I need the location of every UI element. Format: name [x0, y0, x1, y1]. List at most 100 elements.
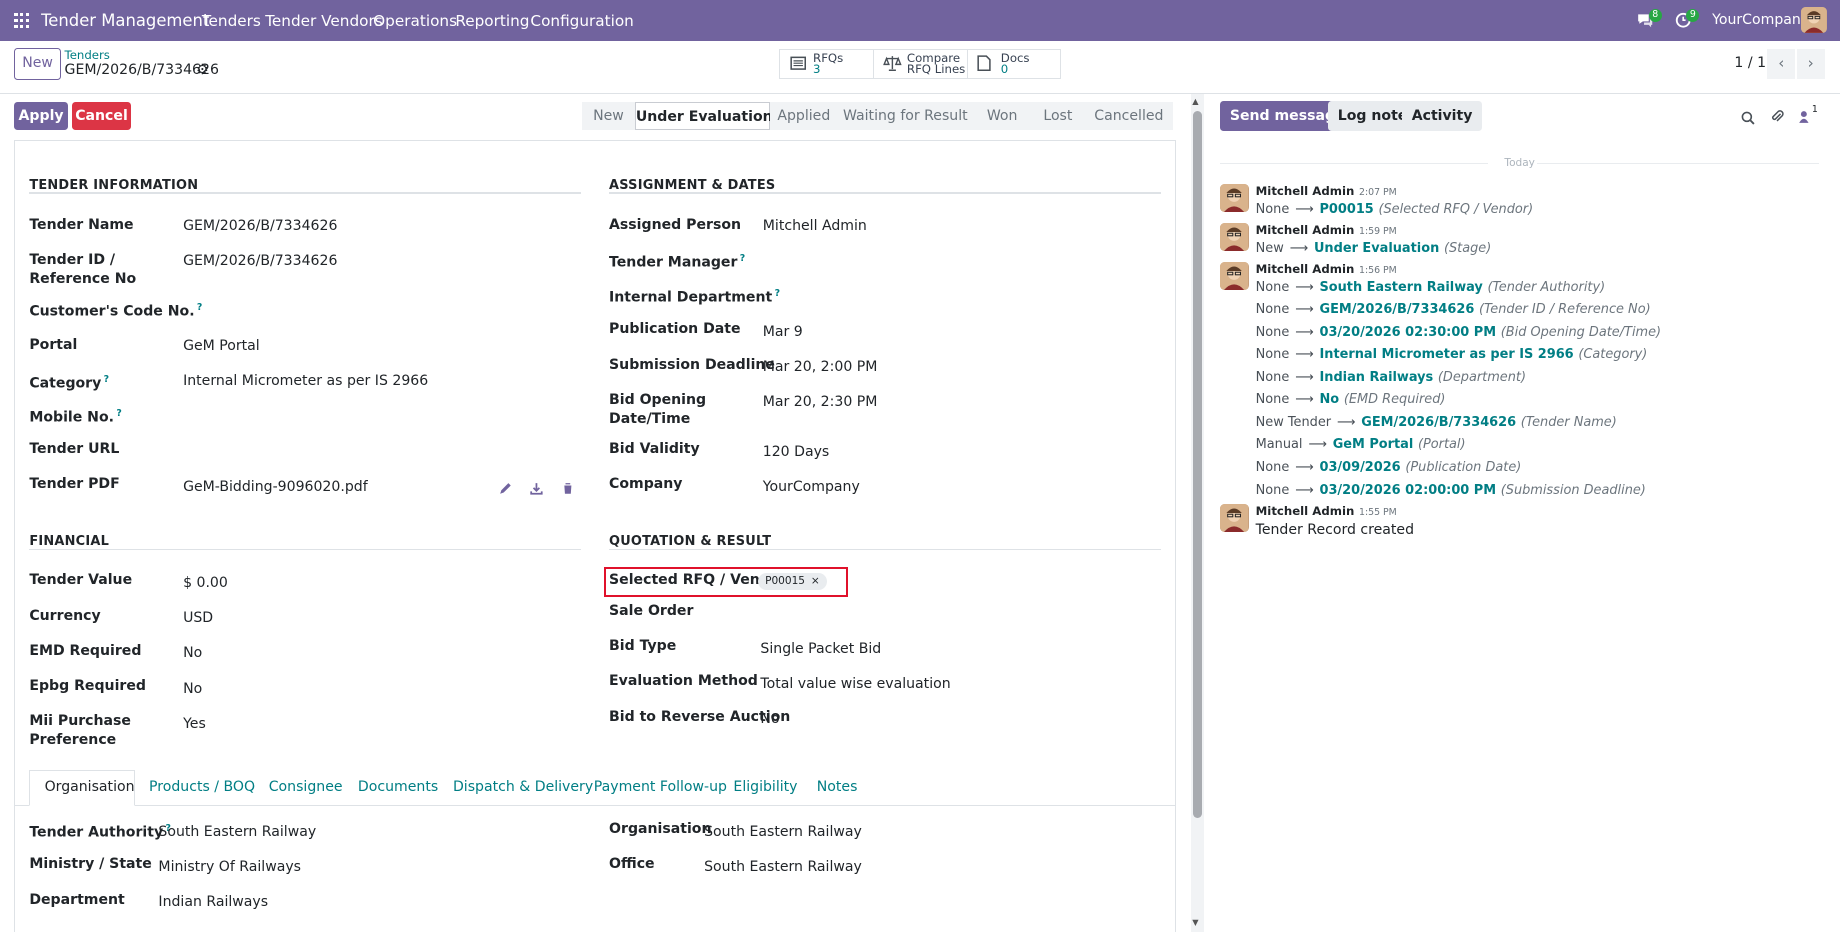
tab-notes[interactable]: Notes	[817, 779, 858, 795]
message-time: 1:59 PM	[1359, 226, 1397, 238]
stage-under-evaluation[interactable]: Under Evaluation	[634, 102, 773, 131]
download-icon[interactable]	[530, 479, 544, 500]
menu-tenders[interactable]: Tenders	[202, 12, 261, 30]
stage-new[interactable]: New	[582, 102, 635, 131]
currency-label: Currency	[29, 607, 101, 624]
apps-menu-icon[interactable]	[14, 12, 30, 29]
author-name[interactable]: Mitchell Admin	[1256, 504, 1355, 518]
stage-statusbar: New Under Evaluation Applied Waiting for…	[582, 102, 1174, 131]
pager-value[interactable]: 1 / 1	[1734, 55, 1766, 71]
message-time: 1:55 PM	[1359, 506, 1397, 518]
tracking-old-value: None	[1255, 369, 1290, 385]
author-avatar[interactable]	[1220, 503, 1249, 533]
menu-tender-vendors[interactable]: Tender Vendors	[265, 12, 382, 30]
edit-pencil-icon[interactable]	[499, 479, 512, 500]
new-button[interactable]: New	[14, 48, 62, 80]
ministry-state-field[interactable]: Ministry Of Railways	[158, 859, 301, 875]
menu-configuration[interactable]: Configuration	[530, 12, 633, 30]
mii-preference-field[interactable]: Yes	[183, 716, 206, 732]
tab-payment-follow-up[interactable]: Payment Follow-up	[594, 779, 727, 795]
message-author[interactable]: Mitchell Admin 1:59 PM	[1256, 223, 1397, 237]
cancel-button[interactable]: Cancel	[71, 102, 132, 131]
customer-code-field[interactable]	[183, 299, 570, 320]
tab-organisation[interactable]: Organisation	[45, 779, 135, 795]
tab-dispatch-delivery[interactable]: Dispatch & Delivery	[453, 779, 593, 795]
emd-required-field[interactable]: No	[183, 645, 202, 661]
mobile-field[interactable]	[183, 405, 570, 426]
tab-consignee[interactable]: Consignee	[269, 779, 343, 795]
author-avatar[interactable]	[1220, 223, 1249, 252]
tender-id-field[interactable]: GEM/2026/B/7334626	[183, 253, 337, 269]
tender-name-field[interactable]: GEM/2026/B/7334626	[183, 218, 337, 234]
organisation-field[interactable]: South Eastern Railway	[704, 824, 862, 840]
tab-documents[interactable]: Documents	[358, 779, 438, 795]
arrow-right-icon: ⟶	[1295, 279, 1314, 295]
selected-rfq-tag[interactable]: P00015 ×	[758, 572, 827, 591]
menu-reporting[interactable]: Reporting	[455, 12, 529, 30]
user-avatar[interactable]	[1801, 7, 1828, 33]
menu-operations[interactable]: Operations	[373, 12, 457, 30]
author-name[interactable]: Mitchell Admin	[1256, 184, 1355, 198]
message-author[interactable]: Mitchell Admin 2:07 PM	[1256, 184, 1397, 198]
smart-button-rfqs[interactable]: RFQs 3	[779, 49, 875, 79]
publication-date-field[interactable]: Mar 9	[763, 324, 803, 340]
stage-cancelled[interactable]: Cancelled	[1084, 102, 1174, 131]
epbg-required-field[interactable]: No	[183, 681, 202, 697]
followers-icon[interactable]	[1798, 108, 1810, 129]
stage-won[interactable]: Won	[972, 102, 1032, 131]
message-author[interactable]: Mitchell Admin 1:55 PM	[1256, 504, 1397, 518]
evaluation-method-field[interactable]: Total value wise evaluation	[760, 676, 950, 692]
app-name[interactable]: Tender Management	[41, 11, 209, 30]
department-field[interactable]: Indian Railways	[158, 894, 268, 910]
assigned-person-field[interactable]: Mitchell Admin	[763, 218, 867, 234]
breadcrumb-tenders[interactable]: Tenders	[65, 48, 110, 62]
tender-value-field[interactable]: $ 0.00	[183, 575, 228, 591]
currency-field[interactable]: USD	[183, 610, 213, 626]
gear-icon[interactable]: ⚙	[196, 62, 209, 78]
message-author[interactable]: Mitchell Admin 1:56 PM	[1256, 262, 1397, 276]
form-scrollbar-thumb[interactable]	[1193, 111, 1202, 818]
tender-pdf-field[interactable]: GeM-Bidding-9096020.pdf	[183, 479, 368, 495]
scroll-up-icon[interactable]: ▲	[1192, 96, 1198, 106]
portal-label: Portal	[29, 336, 78, 353]
scroll-down-icon[interactable]: ▼	[1192, 917, 1198, 927]
pager-previous-button[interactable]: ‹	[1767, 49, 1796, 79]
author-name[interactable]: Mitchell Admin	[1256, 223, 1355, 237]
tender-manager-field[interactable]	[763, 250, 1150, 271]
company-switcher[interactable]: YourCompany	[1712, 12, 1809, 28]
submission-deadline-field[interactable]: Mar 20, 2:00 PM	[763, 359, 878, 375]
apply-button[interactable]: Apply	[14, 102, 69, 131]
office-field[interactable]: South Eastern Railway	[704, 859, 862, 875]
tab-eligibility[interactable]: Eligibility	[733, 779, 797, 795]
author-avatar[interactable]	[1220, 184, 1249, 213]
author-avatar[interactable]	[1220, 262, 1249, 291]
smart-button-compare[interactable]: Compare RFQ Lines	[873, 49, 969, 79]
message-time: 1:56 PM	[1359, 265, 1397, 277]
bid-type-field[interactable]: Single Packet Bid	[760, 641, 881, 657]
tab-products-boq[interactable]: Products / BOQ	[149, 779, 255, 795]
company-field[interactable]: YourCompany	[763, 479, 860, 495]
activity-button[interactable]: Activity	[1402, 100, 1482, 132]
stage-lost[interactable]: Lost	[1031, 102, 1085, 131]
tender-url-field[interactable]	[183, 440, 570, 461]
trash-icon[interactable]	[562, 479, 574, 500]
arrow-right-icon: ⟶	[1295, 392, 1314, 408]
internal-department-field[interactable]	[763, 285, 1150, 306]
tracking-old-value: New	[1255, 240, 1284, 256]
smart-button-docs[interactable]: Docs 0	[966, 49, 1061, 79]
stage-applied[interactable]: Applied	[769, 102, 838, 131]
stage-waiting-for-result[interactable]: Waiting for Result	[837, 102, 973, 131]
portal-field[interactable]: GeM Portal	[183, 338, 260, 354]
pager-next-button[interactable]: ›	[1796, 49, 1825, 79]
remove-tag-icon[interactable]: ×	[811, 575, 820, 587]
paperclip-icon[interactable]	[1770, 108, 1784, 129]
reverse-auction-field[interactable]: No	[760, 711, 779, 727]
author-name[interactable]: Mitchell Admin	[1256, 262, 1355, 276]
sale-order-field[interactable]	[760, 602, 1147, 623]
category-field[interactable]: Internal Micrometer as per IS 2966	[183, 373, 428, 389]
search-icon[interactable]	[1741, 109, 1756, 130]
tender-authority-field[interactable]: South Eastern Railway	[158, 824, 316, 840]
bid-opening-field[interactable]: Mar 20, 2:30 PM	[763, 394, 878, 410]
bid-validity-field[interactable]: 120 Days	[763, 444, 829, 460]
tracking-new-value: No	[1319, 392, 1340, 408]
